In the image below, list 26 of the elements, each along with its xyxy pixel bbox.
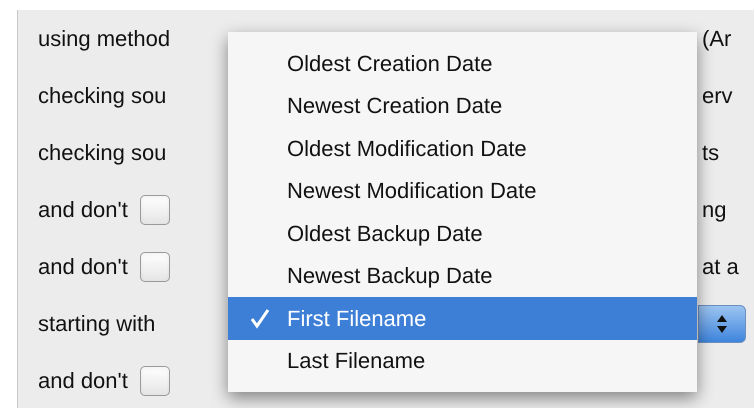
row-text: erv — [702, 82, 733, 110]
menu-item[interactable]: Newest Modification Date — [228, 170, 697, 212]
row-label: using method — [38, 25, 170, 53]
checkbox[interactable] — [140, 366, 170, 396]
row-label: starting with — [38, 310, 156, 338]
checkbox[interactable] — [140, 194, 170, 224]
menu-item[interactable]: Oldest Modification Date — [228, 127, 697, 170]
row-text: ts — [702, 139, 720, 167]
menu-item[interactable]: Oldest Creation Date — [228, 42, 697, 84]
row-label: checking sou — [38, 139, 166, 167]
menu-item[interactable]: Newest Creation Date — [228, 84, 697, 127]
checkbox[interactable] — [140, 252, 170, 282]
row-label: and don't — [38, 253, 128, 281]
popup-stepper-button[interactable] — [698, 304, 746, 342]
row-text: at a — [702, 253, 739, 281]
up-down-arrows-icon — [716, 312, 728, 334]
row-label: and don't — [38, 367, 128, 395]
menu-item[interactable]: First Filename — [228, 297, 697, 340]
row-text: ng — [702, 196, 726, 224]
row-text: (Ar — [702, 25, 732, 53]
checkmark-icon — [250, 307, 270, 330]
row-label: checking sou — [38, 82, 166, 110]
row-label: and don't — [38, 196, 128, 224]
menu-item[interactable]: Oldest Backup Date — [228, 212, 697, 254]
menu-item[interactable]: Last Filename — [228, 340, 697, 382]
menu-item[interactable]: Newest Backup Date — [228, 254, 697, 297]
